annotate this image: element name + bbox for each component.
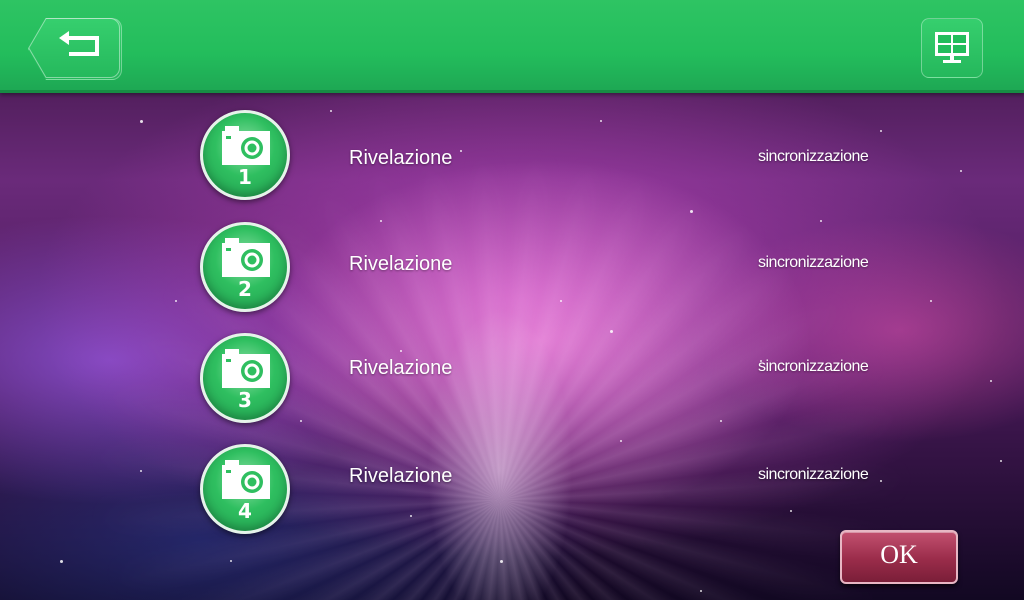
camera-number: 2 [238, 277, 252, 301]
camera-icon [222, 238, 270, 277]
sync-button-1[interactable]: sincronizzazione [758, 148, 869, 166]
star [380, 220, 382, 222]
star [60, 560, 63, 563]
camera-icon [222, 126, 270, 165]
star [330, 110, 332, 112]
camera-label-3: Rivelazione [349, 357, 453, 379]
star [300, 420, 302, 422]
camera-label-1: Rivelazione [349, 147, 453, 169]
star [930, 300, 932, 302]
grid-screen-icon [935, 32, 969, 63]
star [560, 300, 562, 302]
star [690, 210, 693, 213]
camera-icon [222, 349, 270, 388]
star [990, 380, 992, 382]
sync-button-4[interactable]: sincronizzazione [758, 466, 869, 484]
star [140, 120, 143, 123]
sync-button-3[interactable]: sincronizzazione [758, 358, 869, 376]
star [720, 420, 722, 422]
camera-button-3[interactable]: 3 [200, 333, 290, 423]
sync-button-2[interactable]: sincronizzazione [758, 254, 869, 272]
star [1000, 460, 1002, 462]
camera-label-4: Rivelazione [349, 465, 453, 487]
camera-button-1[interactable]: 1 [200, 110, 290, 200]
layout-menu-button[interactable] [921, 18, 983, 78]
star [500, 560, 503, 563]
star [460, 150, 462, 152]
star [410, 515, 412, 517]
star [820, 220, 822, 222]
camera-number: 4 [238, 499, 252, 523]
star [880, 130, 882, 132]
star [175, 300, 177, 302]
camera-button-2[interactable]: 2 [200, 222, 290, 312]
camera-number: 3 [238, 388, 252, 412]
star [700, 590, 702, 592]
top-bar [0, 0, 1024, 93]
star [140, 470, 142, 472]
star [960, 170, 962, 172]
star [620, 440, 622, 442]
star [790, 510, 792, 512]
star [610, 330, 613, 333]
back-arrow-icon [59, 31, 99, 56]
camera-label-2: Rivelazione [349, 253, 453, 275]
star [400, 350, 402, 352]
star [880, 480, 882, 482]
camera-icon [222, 460, 270, 499]
star [230, 560, 232, 562]
camera-button-4[interactable]: 4 [200, 444, 290, 534]
camera-number: 1 [238, 165, 252, 189]
ok-button[interactable]: OK [840, 530, 958, 584]
star [600, 120, 602, 122]
